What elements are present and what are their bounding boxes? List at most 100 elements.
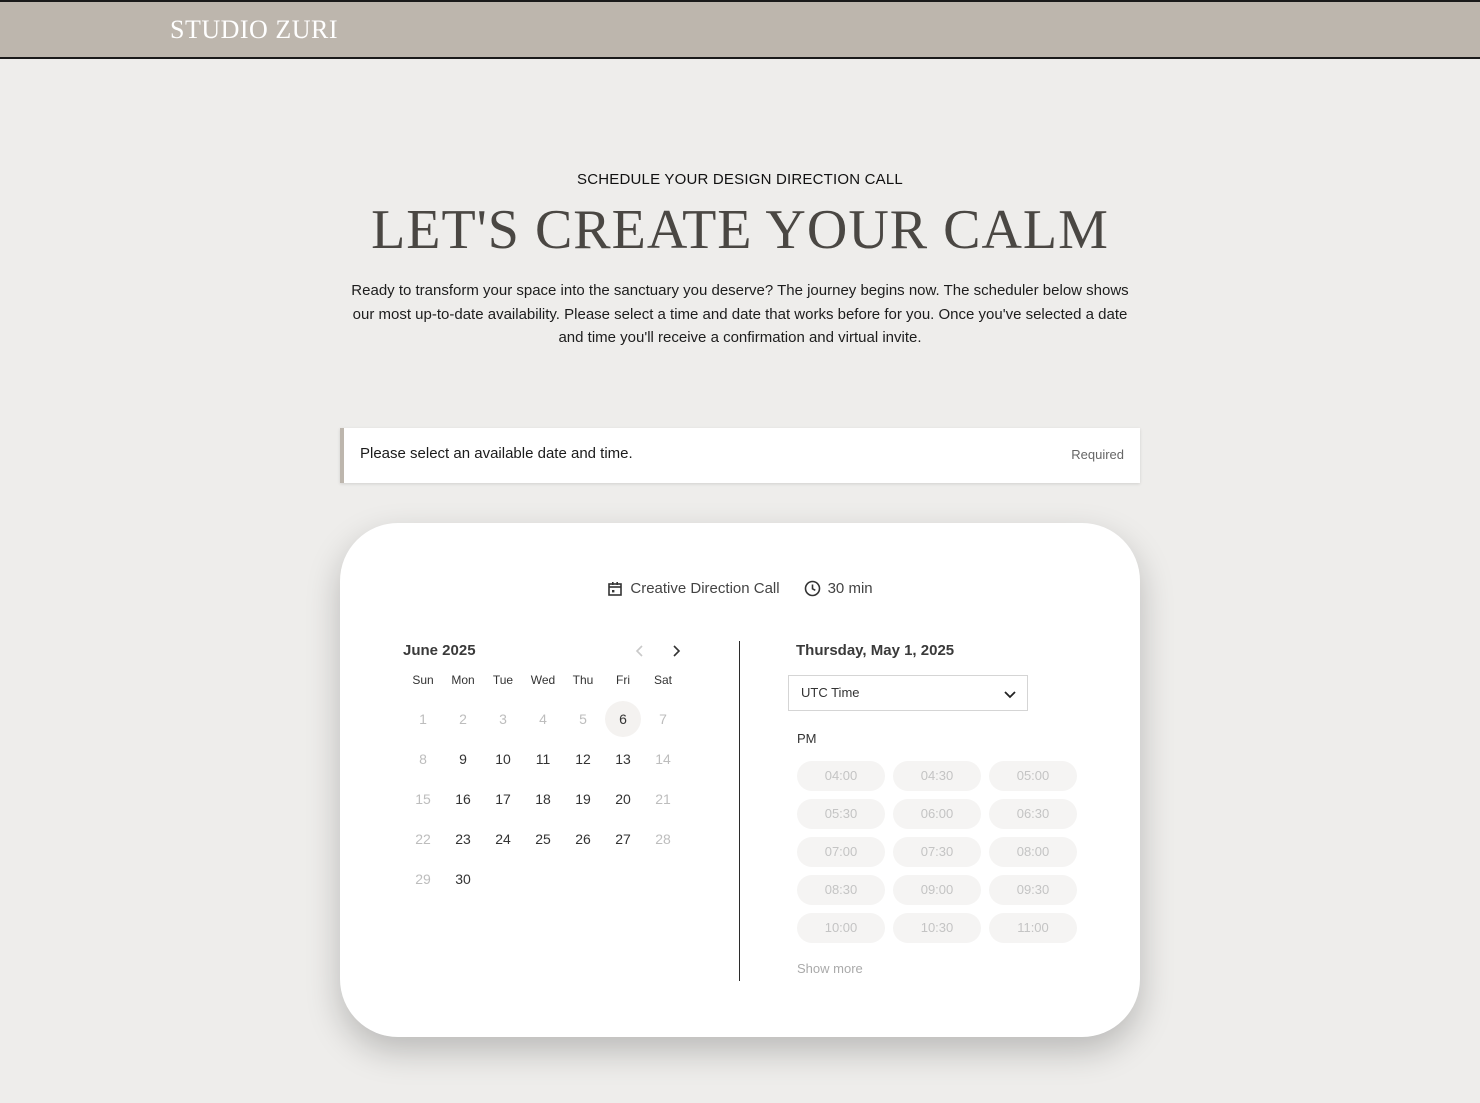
time-slot-button[interactable]: 09:30 bbox=[989, 875, 1077, 905]
clock-icon bbox=[804, 580, 821, 597]
calendar-day[interactable]: 9 bbox=[443, 740, 483, 780]
weekday-label: Mon bbox=[451, 673, 475, 687]
calendar-day-number: 14 bbox=[655, 751, 671, 767]
event-meta: Creative Direction Call 30 min bbox=[340, 580, 1140, 597]
calendar-day-number: 7 bbox=[659, 711, 667, 727]
calendar-day[interactable]: 18 bbox=[523, 780, 563, 820]
time-slot-button[interactable]: 05:30 bbox=[797, 799, 885, 829]
calendar-day: 28 bbox=[643, 820, 683, 860]
calendar-day[interactable]: 24 bbox=[483, 820, 523, 860]
weekday-header: Sun Mon Tue Wed Thu Fri Sat bbox=[403, 673, 683, 687]
time-slot-button[interactable]: 10:30 bbox=[893, 913, 981, 943]
calendar-day[interactable]: 26 bbox=[563, 820, 603, 860]
time-slot-button[interactable]: 06:00 bbox=[893, 799, 981, 829]
calendar-day-number: 18 bbox=[535, 791, 551, 807]
calendar-day[interactable]: 30 bbox=[443, 860, 483, 900]
calendar-day-number: 25 bbox=[535, 831, 551, 847]
event-duration: 30 min bbox=[827, 580, 873, 597]
calendar-day-number: 29 bbox=[415, 871, 431, 887]
scheduler-card: Creative Direction Call 30 min June 2025… bbox=[340, 523, 1140, 1037]
calendar-day-number: 9 bbox=[459, 751, 467, 767]
weekday-label: Sun bbox=[412, 673, 434, 687]
timezone-value: UTC Time bbox=[801, 685, 860, 700]
calendar-day[interactable]: 16 bbox=[443, 780, 483, 820]
calendar-day-selected[interactable]: 6 bbox=[603, 700, 643, 740]
calendar-day-number: 12 bbox=[575, 751, 591, 767]
period-label: PM bbox=[797, 731, 817, 746]
top-bar: STUDIO ZURI bbox=[0, 0, 1480, 59]
calendar-day[interactable]: 13 bbox=[603, 740, 643, 780]
calendar-day-number: 11 bbox=[535, 751, 551, 767]
calendar-day-number: 10 bbox=[495, 751, 511, 767]
time-slot-button[interactable]: 07:00 bbox=[797, 837, 885, 867]
calendar-day: 15 bbox=[403, 780, 443, 820]
calendar-day: 14 bbox=[643, 740, 683, 780]
calendar-day[interactable]: 17 bbox=[483, 780, 523, 820]
calendar-month-label: June 2025 bbox=[403, 642, 476, 659]
calendar-day: 1 bbox=[403, 700, 443, 740]
calendar-day: 7 bbox=[643, 700, 683, 740]
weekday-label: Tue bbox=[492, 673, 514, 687]
time-slot-button[interactable]: 09:00 bbox=[893, 875, 981, 905]
weekday-label: Thu bbox=[572, 673, 594, 687]
weekday-label: Fri bbox=[616, 673, 630, 687]
calendar-day[interactable]: 27 bbox=[603, 820, 643, 860]
prev-month-button[interactable] bbox=[632, 643, 648, 659]
calendar-day: 2 bbox=[443, 700, 483, 740]
calendar-day: 22 bbox=[403, 820, 443, 860]
calendar-day: 4 bbox=[523, 700, 563, 740]
calendar-day-number: 16 bbox=[455, 791, 471, 807]
calendar-day-number: 28 bbox=[655, 831, 671, 847]
time-slot-list: 04:00 04:30 05:00 05:30 06:00 06:30 07:00 07:30… bbox=[797, 761, 1087, 943]
calendar-day[interactable]: 12 bbox=[563, 740, 603, 780]
time-slot-button[interactable]: 06:30 bbox=[989, 799, 1077, 829]
weekday-label: Wed bbox=[530, 673, 556, 687]
time-slot-button[interactable]: 04:00 bbox=[797, 761, 885, 791]
time-slot-button[interactable]: 11:00 bbox=[989, 913, 1077, 943]
calendar-day[interactable]: 20 bbox=[603, 780, 643, 820]
column-divider bbox=[739, 641, 740, 981]
calendar-day-number: 27 bbox=[615, 831, 631, 847]
calendar-day-number: 19 bbox=[575, 791, 591, 807]
next-month-button[interactable] bbox=[668, 643, 684, 659]
calendar-day[interactable]: 11 bbox=[523, 740, 563, 780]
selected-date-title: Thursday, May 1, 2025 bbox=[796, 642, 955, 659]
calendar-day-grid: 1 2 3 4 5 6 7 8 9 10 11 12 13 14 15 16 17 18 19 20 21 22 23 24 2… bbox=[403, 700, 683, 900]
timezone-select[interactable]: UTC Time bbox=[788, 675, 1028, 711]
calendar-day-number: 30 bbox=[455, 871, 471, 887]
show-more-link[interactable]: Show more bbox=[797, 961, 863, 976]
calendar-day-number: 2 bbox=[459, 711, 467, 727]
calendar-day: 3 bbox=[483, 700, 523, 740]
time-slot-button[interactable]: 07:30 bbox=[893, 837, 981, 867]
calendar-day: 8 bbox=[403, 740, 443, 780]
calendar-day-number: 8 bbox=[419, 751, 427, 767]
calendar-day-number: 21 bbox=[655, 791, 671, 807]
page-title: LET'S CREATE YOUR CALM bbox=[371, 199, 1109, 261]
calendar-icon bbox=[607, 581, 623, 597]
calendar-day-number: 26 bbox=[575, 831, 591, 847]
calendar-day: 21 bbox=[643, 780, 683, 820]
calendar-day[interactable]: 10 bbox=[483, 740, 523, 780]
calendar-day-number: 23 bbox=[455, 831, 471, 847]
time-slot-button[interactable]: 10:00 bbox=[797, 913, 885, 943]
time-slot-button[interactable]: 04:30 bbox=[893, 761, 981, 791]
calendar-day: 29 bbox=[403, 860, 443, 900]
calendar-day[interactable]: 25 bbox=[523, 820, 563, 860]
calendar-day-number: 15 bbox=[415, 791, 431, 807]
time-slot-button[interactable]: 08:30 bbox=[797, 875, 885, 905]
time-slot-button[interactable]: 05:00 bbox=[989, 761, 1077, 791]
brand-logo[interactable]: STUDIO ZURI bbox=[170, 15, 338, 45]
calendar-day-number: 1 bbox=[419, 711, 427, 727]
calendar-day[interactable]: 23 bbox=[443, 820, 483, 860]
time-slot-button[interactable]: 08:00 bbox=[989, 837, 1077, 867]
calendar-day: 5 bbox=[563, 700, 603, 740]
calendar-day-number: 17 bbox=[495, 791, 511, 807]
calendar-day-number: 4 bbox=[539, 711, 547, 727]
required-label: Required bbox=[1071, 447, 1124, 462]
calendar-day-number: 6 bbox=[605, 701, 641, 737]
chevron-right-icon bbox=[668, 645, 684, 663]
chevron-down-icon bbox=[1003, 687, 1017, 704]
calendar-day[interactable]: 19 bbox=[563, 780, 603, 820]
duration-item: 30 min bbox=[804, 580, 873, 597]
calendar-day-number: 22 bbox=[415, 831, 431, 847]
